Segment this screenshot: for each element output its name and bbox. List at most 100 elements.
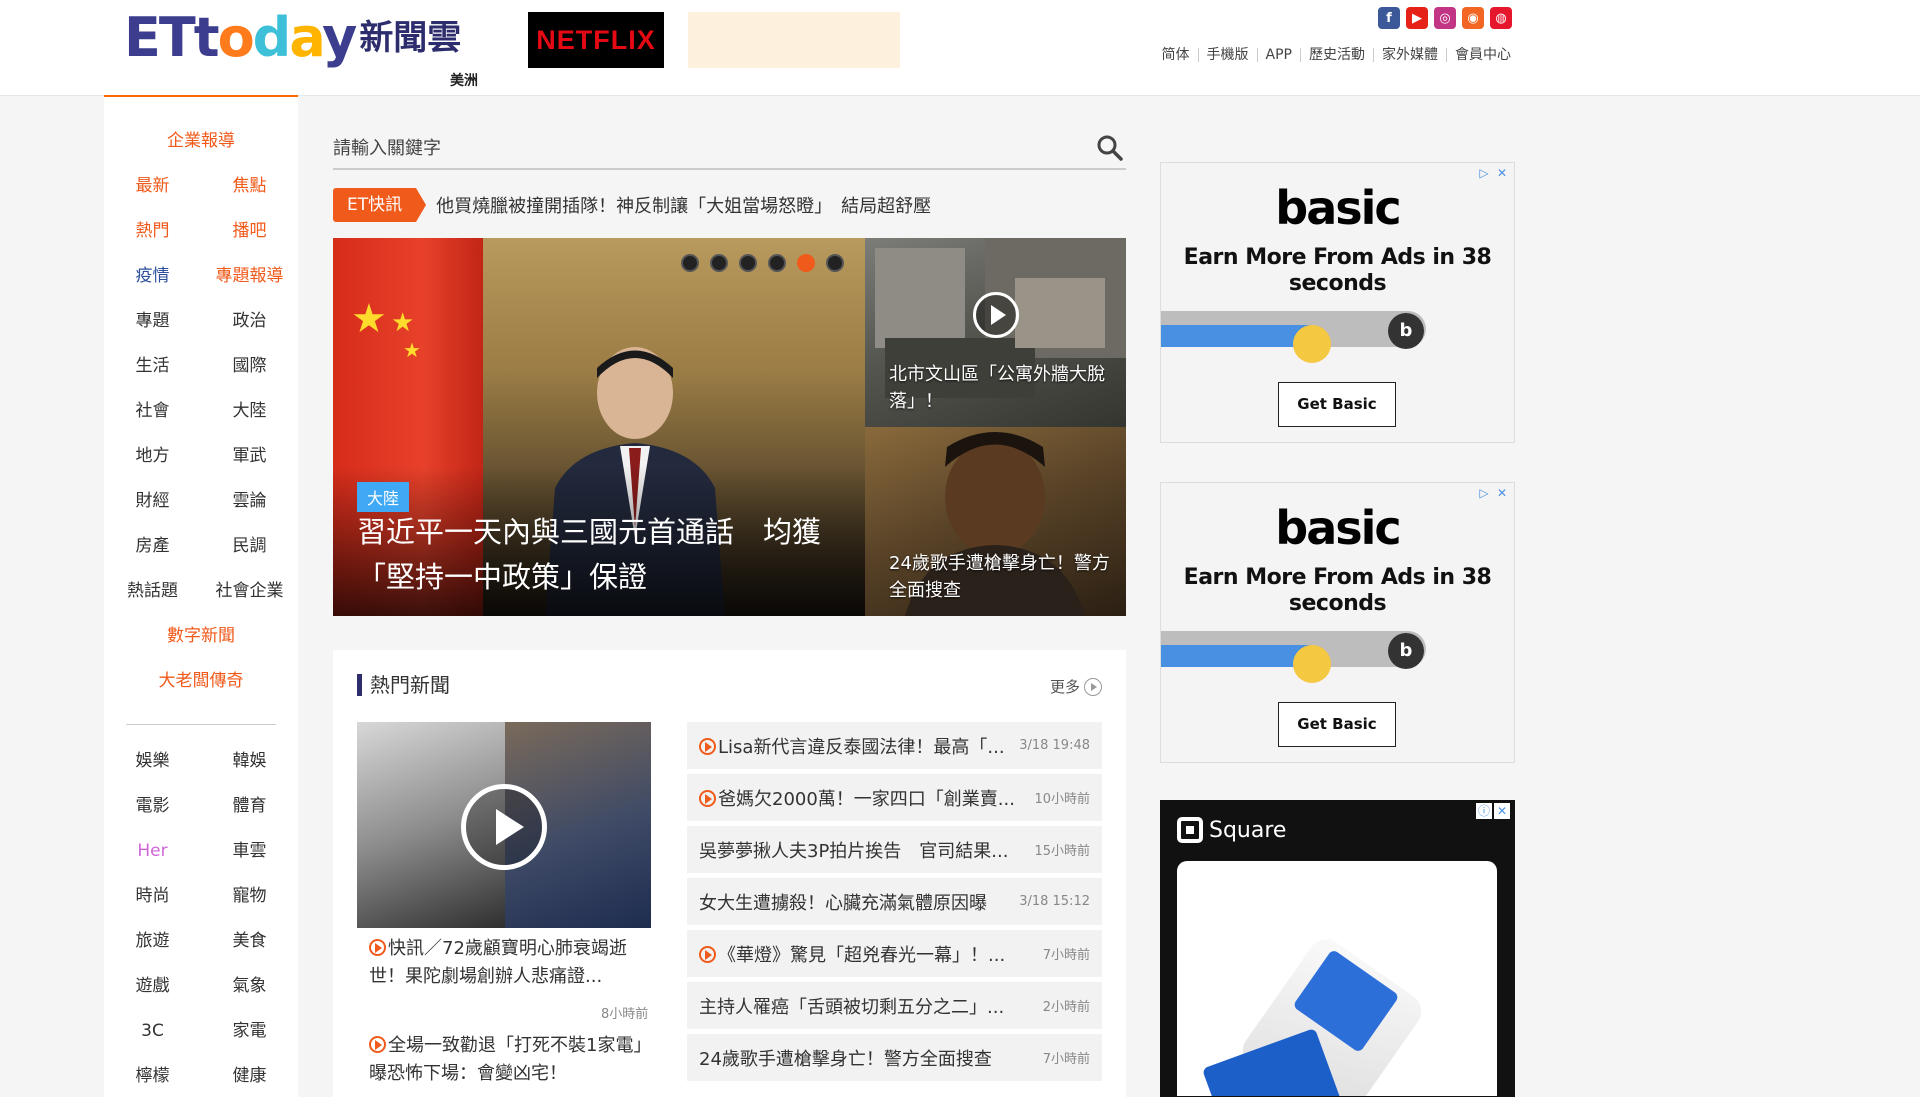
region-label[interactable]: 美洲 [450,70,478,90]
hot-feature-caption[interactable]: 快訊／72歲顧寶明心肺衰竭逝世！果陀劇場創辦人悲痛證... [357,935,651,991]
flash-headline[interactable]: 他買燒臘被撞開插隊！神反制讓「大姐當場怒瞪」 結局超舒壓 [436,192,931,218]
nav-item[interactable]: 生活 [104,344,201,389]
nav-item[interactable]: 檸檬 [104,1054,201,1097]
instagram-icon[interactable]: ◎ [1434,7,1456,29]
nav-item[interactable]: 熱門 [104,209,201,254]
nav-item[interactable]: 車雲 [201,829,298,874]
hot-news-item[interactable]: 爸媽欠2000萬！一家四口「創業賣... 10小時前 [687,774,1102,821]
hero-side-story-2[interactable]: 24歲歌手遭槍擊身亡！警方全面搜查 [865,427,1126,616]
nav-item[interactable]: 大陸 [201,389,298,434]
hero-side-story-1[interactable]: 北市文山區「公寓外牆大脫落」！ [865,238,1126,427]
hot-news-item[interactable]: 《華燈》驚見「超兇春光一幕」！... 7小時前 [687,930,1102,977]
carousel-dot[interactable] [768,254,786,272]
ad-choices[interactable]: ▷ ✕ [1476,165,1510,181]
nav-item[interactable]: 旅遊 [104,919,201,964]
nav-item[interactable]: 專題 [104,299,201,344]
hero-headline[interactable]: 習近平一天內與三國元首通話 均獲「堅持一中政策」保證 [357,510,847,600]
nav-item[interactable]: 地方 [104,434,201,479]
carousel-dot[interactable] [681,254,699,272]
nav-row: 房產 民調 [104,524,298,569]
facebook-icon[interactable]: f [1378,7,1400,29]
top-link[interactable]: 會員中心 [1446,48,1519,62]
nav-item[interactable]: 熱話題 [104,569,201,614]
nav-item[interactable]: 政治 [201,299,298,344]
top-link[interactable]: APP [1256,48,1300,62]
close-icon[interactable]: ✕ [1494,165,1510,181]
nav-item[interactable]: 社會 [104,389,201,434]
nav-item[interactable]: 專題報導 [201,254,298,299]
netflix-ad-banner[interactable]: NETFLIX [528,12,664,68]
get-basic-button[interactable]: Get Basic [1278,382,1396,427]
top-ad-banner[interactable] [688,12,900,68]
nav-item[interactable]: 3C [104,1009,201,1054]
nav-item[interactable]: 雲論 [201,479,298,524]
nav-item[interactable]: Her [104,829,201,874]
nav-item[interactable]: 播吧 [201,209,298,254]
top-link[interactable]: 简体 [1154,48,1198,62]
nav-item[interactable]: 時尚 [104,874,201,919]
get-basic-button[interactable]: Get Basic [1278,702,1396,747]
search-icon [1097,135,1123,161]
nav-item[interactable]: 房產 [104,524,201,569]
nav-item[interactable]: 財經 [104,479,201,524]
nav-item[interactable]: 家電 [201,1009,298,1054]
nav-item-data-news[interactable]: 數字新聞 [104,614,298,659]
nav-item[interactable]: 寵物 [201,874,298,919]
top-link[interactable]: 手機版 [1197,48,1257,62]
search-button[interactable] [1096,134,1126,164]
nav-item[interactable]: 電影 [104,784,201,829]
ad-choices[interactable]: ▷ ✕ [1476,485,1510,501]
hot-news-item[interactable]: Lisa新代言違反泰國法律！最高「... 3/18 19:48 [687,722,1102,769]
hot-feature-image[interactable] [357,722,651,928]
adchoices-icon[interactable]: ▷ [1476,165,1492,181]
nav-item[interactable]: 國際 [201,344,298,389]
nav-row: 旅遊 美食 [104,919,298,964]
square-ad[interactable]: ⓘ ✕ Square [1160,800,1515,1097]
basic-ad-1[interactable]: ▷ ✕ basic Earn More From Ads in 38 second… [1160,162,1515,443]
hot-news-title-text: 主持人罹癌「舌頭被切剩五分之二」... [699,996,1005,1018]
nav-item-boss-legend[interactable]: 大老闆傳奇 [104,659,298,704]
arrow-circle-icon [1084,677,1102,696]
hot-news-item[interactable]: 吳夢夢揪人夫3P拍片挨告 官司結果... 15小時前 [687,826,1102,873]
nav-item[interactable]: 健康 [201,1054,298,1097]
carousel-dot[interactable] [739,254,757,272]
nav-item[interactable]: 疫情 [104,254,201,299]
nav-item[interactable]: 體育 [201,784,298,829]
hero-main-story[interactable]: ★ ★ ★ 大陸 習近平一天內與三國元首通話 均獲「堅持一中政策」保證 [333,238,865,616]
close-icon[interactable]: ✕ [1494,803,1510,819]
nav-item[interactable]: 最新 [104,164,201,209]
nav-item[interactable]: 焦點 [201,164,298,209]
hot-news-item[interactable]: 主持人罹癌「舌頭被切剩五分之二」... 2小時前 [687,982,1102,1029]
nav-item[interactable]: 氣象 [201,964,298,1009]
nav-item[interactable]: 民調 [201,524,298,569]
youtube-icon[interactable]: ▶ [1406,7,1428,29]
more-link[interactable]: 更多 [1050,676,1102,697]
close-icon[interactable]: ✕ [1494,485,1510,501]
nav-item[interactable]: 美食 [201,919,298,964]
carousel-dot[interactable] [710,254,728,272]
hero-category-tag[interactable]: 大陸 [357,482,410,512]
adchoices-icon[interactable]: ▷ [1476,485,1492,501]
top-link[interactable]: 家外媒體 [1373,48,1446,62]
carousel-dot[interactable] [826,254,844,272]
carousel-dot[interactable] [797,254,815,272]
top-link[interactable]: 歷史活動 [1300,48,1373,62]
rss-icon[interactable]: ◉ [1462,7,1484,29]
nav-item[interactable]: 遊戲 [104,964,201,1009]
nav-item[interactable]: 韓娛 [201,739,298,784]
hot-second-caption[interactable]: 全場一致勸退「打死不裝1家電」 曝恐怖下場：會變凶宅！ [357,1032,660,1088]
weibo-icon[interactable]: ◍ [1490,7,1512,29]
nav-item[interactable]: 社會企業 [201,569,298,614]
hot-news-item[interactable]: 24歲歌手遭槍擊身亡！警方全面搜查 7小時前 [687,1034,1102,1081]
hot-news-item[interactable]: 女大生遭擄殺！心臟充滿氣體原因曝 3/18 15:12 [687,878,1102,925]
search-input[interactable] [333,130,1073,166]
basic-b-icon: b [1388,313,1424,349]
nav-item-enterprise[interactable]: 企業報導 [104,119,298,164]
info-icon[interactable]: ⓘ [1476,803,1492,819]
site-logo[interactable]: ETtoday 新聞雲 [124,10,461,66]
basic-ad-2[interactable]: ▷ ✕ basic Earn More From Ads in 38 second… [1160,482,1515,763]
caption-text: 快訊／72歲顧寶明心肺衰竭逝世！果陀劇場創辦人悲痛證... [369,938,627,987]
nav-item[interactable]: 娛樂 [104,739,201,784]
ad-choices[interactable]: ⓘ ✕ [1476,803,1510,819]
nav-item[interactable]: 軍武 [201,434,298,479]
